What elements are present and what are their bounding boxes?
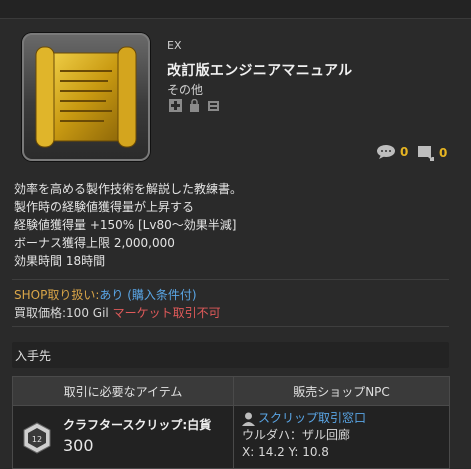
market-status: マーケット取引不可 <box>112 306 221 320</box>
scroll-icon <box>35 46 137 148</box>
price-value: 100 Gil <box>66 306 109 320</box>
comment-count[interactable]: 0 <box>376 145 408 159</box>
plus-flag-icon <box>169 99 182 112</box>
comment-icon <box>377 145 395 159</box>
divider <box>12 326 449 327</box>
person-icon <box>242 412 255 426</box>
currency-quantity: 300 <box>63 436 94 455</box>
svg-text:12: 12 <box>32 435 42 444</box>
item-icon <box>22 33 150 161</box>
npc-coordinates: X: 14.2 Y: 10.8 <box>242 445 329 459</box>
acquisition-section-header: 入手先 <box>12 342 449 368</box>
column-header-npc: 販売ショップNPC <box>233 376 450 406</box>
shop-table: 取引に必要なアイテム 販売ショップNPC 12 クラフタースクリップ:白貨 30… <box>12 376 450 469</box>
currency-name[interactable]: クラフタースクリップ:白貨 <box>63 416 211 433</box>
npc-cell: スクリップ取引窓口 ウルダハ：ザル回廊 X: 14.2 Y: 10.8 <box>233 405 450 469</box>
npc-area: ウルダハ：ザル回廊 <box>242 428 351 442</box>
column-header-item: 取引に必要なアイテム <box>12 376 234 406</box>
item-flags <box>169 98 220 112</box>
box-flag-icon <box>207 99 220 112</box>
shop-info: SHOP取り扱い:あり (購入条件付) 買取価格:100 Gil マーケット取引… <box>14 286 221 322</box>
attach-icon <box>418 146 434 161</box>
purchase-conditions-link[interactable]: (購入条件付) <box>127 288 196 302</box>
price-label: 買取価格: <box>14 306 67 320</box>
attach-count[interactable]: 0 <box>417 145 447 161</box>
shop-value-link[interactable]: あり <box>99 288 123 302</box>
shop-label: SHOP取り扱い: <box>14 288 100 302</box>
item-category: EX <box>167 39 182 52</box>
item-type: その他 <box>167 83 204 97</box>
item-name: 改訂版エンジニアマニュアル <box>167 63 353 79</box>
top-bar <box>0 0 471 19</box>
required-item-cell: 12 クラフタースクリップ:白貨 300 <box>12 405 234 469</box>
lock-flag-icon <box>188 98 201 112</box>
npc-name-link[interactable]: スクリップ取引窓口 <box>258 410 366 427</box>
divider <box>12 279 449 280</box>
table-row: 12 クラフタースクリップ:白貨 300 スクリップ取引窓口 ウルダハ：ザル回廊… <box>12 405 450 469</box>
item-description: 効率を高める製作技術を解説した教練書。 製作時の経験値獲得量が上昇する 経験値獲… <box>14 182 243 268</box>
scrip-icon[interactable]: 12 <box>21 422 53 457</box>
